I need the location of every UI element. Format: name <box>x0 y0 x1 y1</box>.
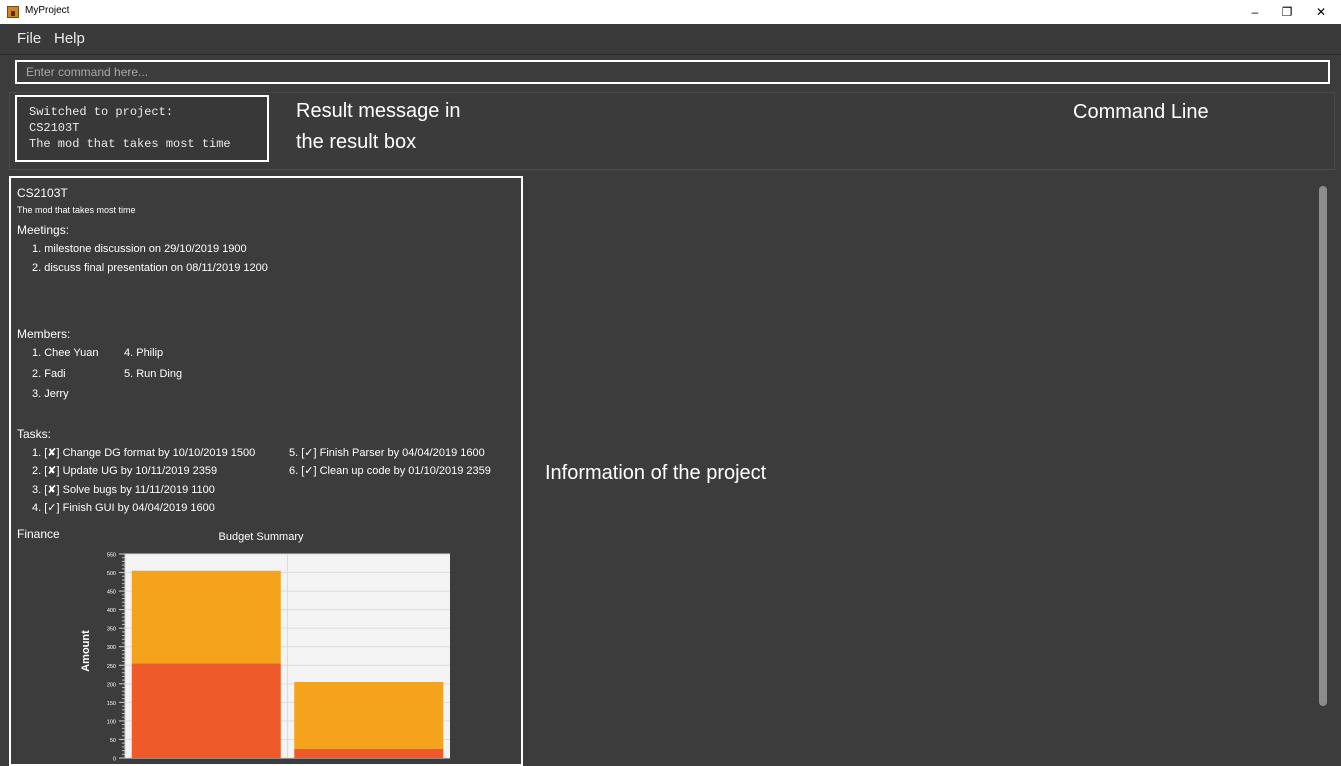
chart-tick-label: 300 <box>107 645 116 651</box>
project-panel: CS2103T The mod that takes most time Mee… <box>9 176 523 766</box>
chart-plot-area <box>125 554 450 758</box>
menu-help[interactable]: Help <box>54 30 85 47</box>
result-text-line-1: Switched to project: <box>29 105 174 119</box>
chart-tick-label: 500 <box>107 571 116 577</box>
chart-tick-label: 150 <box>107 701 116 707</box>
meetings-heading: Meetings: <box>17 223 70 237</box>
task-item: 3. [✘] Solve bugs by 11/11/2019 1100 <box>32 484 215 496</box>
project-name: CS2103T <box>17 186 68 200</box>
task-item: 6. [✓] Clean up code by 01/10/2019 2359 <box>289 465 491 477</box>
annotation-result-line-2: the result box <box>296 131 417 153</box>
meeting-item: 1. milestone discussion on 29/10/2019 19… <box>32 243 247 255</box>
info-panel: Information of the project <box>527 176 1335 758</box>
annotation-command-line: Command Line <box>1073 101 1209 123</box>
chart-bar-segment <box>131 570 281 664</box>
annotation-result-line-1: Result message in <box>296 100 461 122</box>
members-heading: Members: <box>17 327 71 341</box>
result-box: Switched to project: CS2103T The mod tha… <box>15 95 269 162</box>
chart-tick-label: 0 <box>113 757 116 763</box>
title-bar: MyProject – ❐ ✕ <box>0 0 1341 24</box>
finance-heading: Finance <box>17 527 60 541</box>
window-title: MyProject <box>25 5 70 16</box>
member-item: 1. Chee Yuan <box>32 347 99 359</box>
chart-tick-label: 350 <box>107 627 116 633</box>
project-description: The mod that takes most time <box>17 205 136 215</box>
member-item: 3. Jerry <box>32 388 69 400</box>
chart-tick-label: 50 <box>110 738 116 744</box>
menu-bar: File Help <box>0 24 1341 55</box>
app-icon <box>7 6 19 18</box>
close-button[interactable]: ✕ <box>1306 3 1336 21</box>
member-item: 2. Fadi <box>32 368 66 380</box>
minimize-button[interactable]: – <box>1240 3 1270 21</box>
chart-tick-label: 250 <box>107 664 116 670</box>
result-text-line-3: The mod that takes most time <box>29 137 231 151</box>
task-item: 4. [✓] Finish GUI by 04/04/2019 1600 <box>32 502 215 514</box>
restore-button[interactable]: ❐ <box>1272 3 1302 21</box>
chart-tick-label: 100 <box>107 719 116 725</box>
member-item: 5. Run Ding <box>124 368 183 380</box>
menu-file[interactable]: File <box>17 30 41 47</box>
chart-tick-label: 550 <box>107 553 116 559</box>
task-item: 5. [✓] Finish Parser by 04/04/2019 1600 <box>289 447 485 459</box>
task-item: 1. [✘] Change DG format by 10/10/2019 15… <box>32 447 256 459</box>
chart-title: Budget Summary <box>219 531 304 543</box>
chart-tick-label: 450 <box>107 590 116 596</box>
chart-tick-label: 200 <box>107 682 116 688</box>
annotation-project-info: Information of the project <box>545 462 767 484</box>
chart-bar-segment <box>294 748 444 758</box>
chart-tick-label: 400 <box>107 608 116 614</box>
task-item: 2. [✘] Update UG by 10/11/2019 2359 <box>32 465 218 477</box>
command-input[interactable] <box>15 60 1330 84</box>
chart-bar-segment <box>294 681 444 749</box>
chart-y-axis-label: Amount <box>80 630 92 672</box>
scrollbar[interactable] <box>1319 186 1327 706</box>
tasks-heading: Tasks: <box>17 427 52 441</box>
member-item: 4. Philip <box>124 347 164 359</box>
meeting-item: 2. discuss final presentation on 08/11/2… <box>32 262 268 274</box>
command-box <box>9 58 1335 88</box>
result-text-line-2: CS2103T <box>29 121 80 135</box>
chart-bar-segment <box>131 663 281 758</box>
